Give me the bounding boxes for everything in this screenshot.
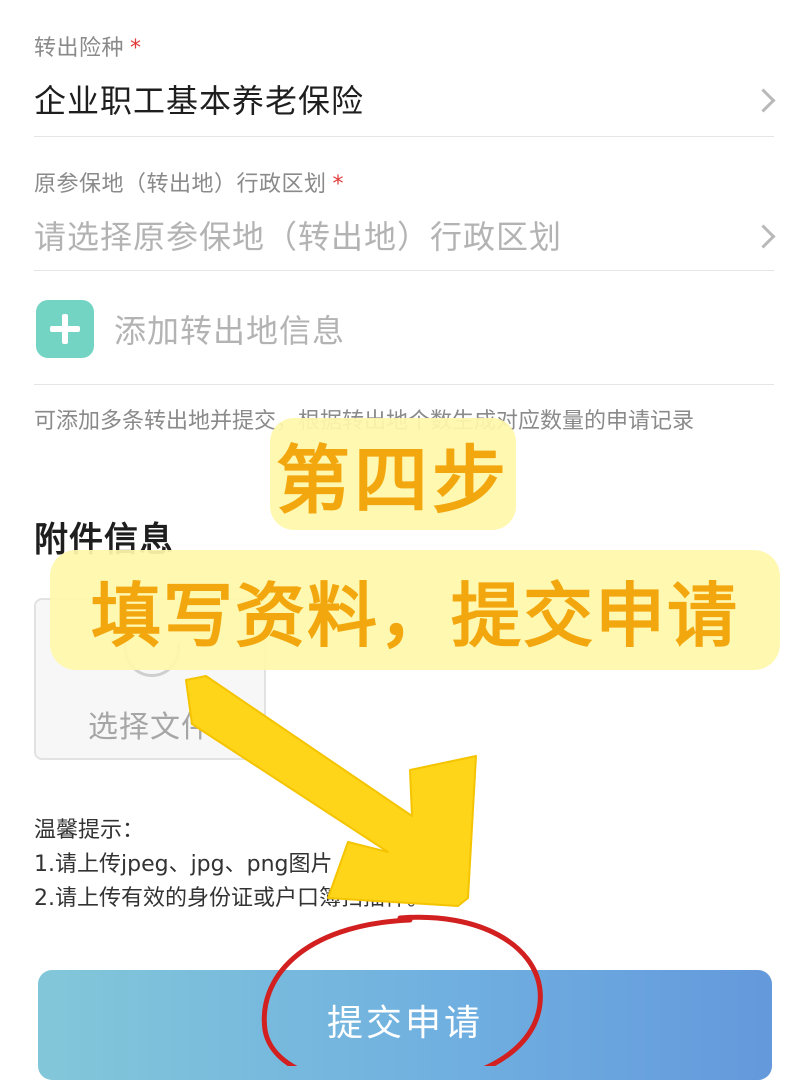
add-origin-label: 添加转出地信息 <box>114 312 346 350</box>
select-file-label: 选择文件 <box>88 710 212 745</box>
plus-icon <box>36 300 94 358</box>
tips-title: 温馨提示： <box>34 818 145 843</box>
insurance-type-label-row: 转出险种 * <box>34 30 774 62</box>
divider <box>34 384 774 385</box>
divider <box>34 136 774 137</box>
origin-region-label-row: 原参保地（转出地）行政区划 * <box>34 166 774 198</box>
origin-region-label: 原参保地（转出地）行政区划 <box>34 172 327 197</box>
add-origin-button[interactable]: 添加转出地信息 <box>36 300 345 358</box>
step-desc-banner: 填写资料，提交申请 <box>50 550 780 670</box>
required-mark: * <box>332 172 344 197</box>
required-mark: * <box>130 36 142 61</box>
origin-region-field[interactable]: 原参保地（转出地）行政区划 * 请选择原参保地（转出地）行政区划 <box>34 166 776 258</box>
tips-line-2: 2.请上传有效的身份证或户口簿扫描件。 <box>34 886 429 911</box>
insurance-type-field[interactable]: 转出险种 * 企业职工基本养老保险 <box>34 30 776 122</box>
step-title-banner: 第四步 <box>270 418 516 530</box>
submit-button[interactable]: 提交申请 <box>38 970 772 1080</box>
insurance-type-label: 转出险种 <box>34 36 125 61</box>
origin-region-placeholder: 请选择原参保地（转出地）行政区划 <box>34 218 563 256</box>
tips-line-1: 1.请上传jpeg、jpg、png图片 <box>34 852 333 877</box>
insurance-type-value: 企业职工基本养老保险 <box>34 82 365 120</box>
divider <box>34 270 774 271</box>
tips-block: 温馨提示： 1.请上传jpeg、jpg、png图片 2.请上传有效的身份证或户口… <box>34 814 429 916</box>
